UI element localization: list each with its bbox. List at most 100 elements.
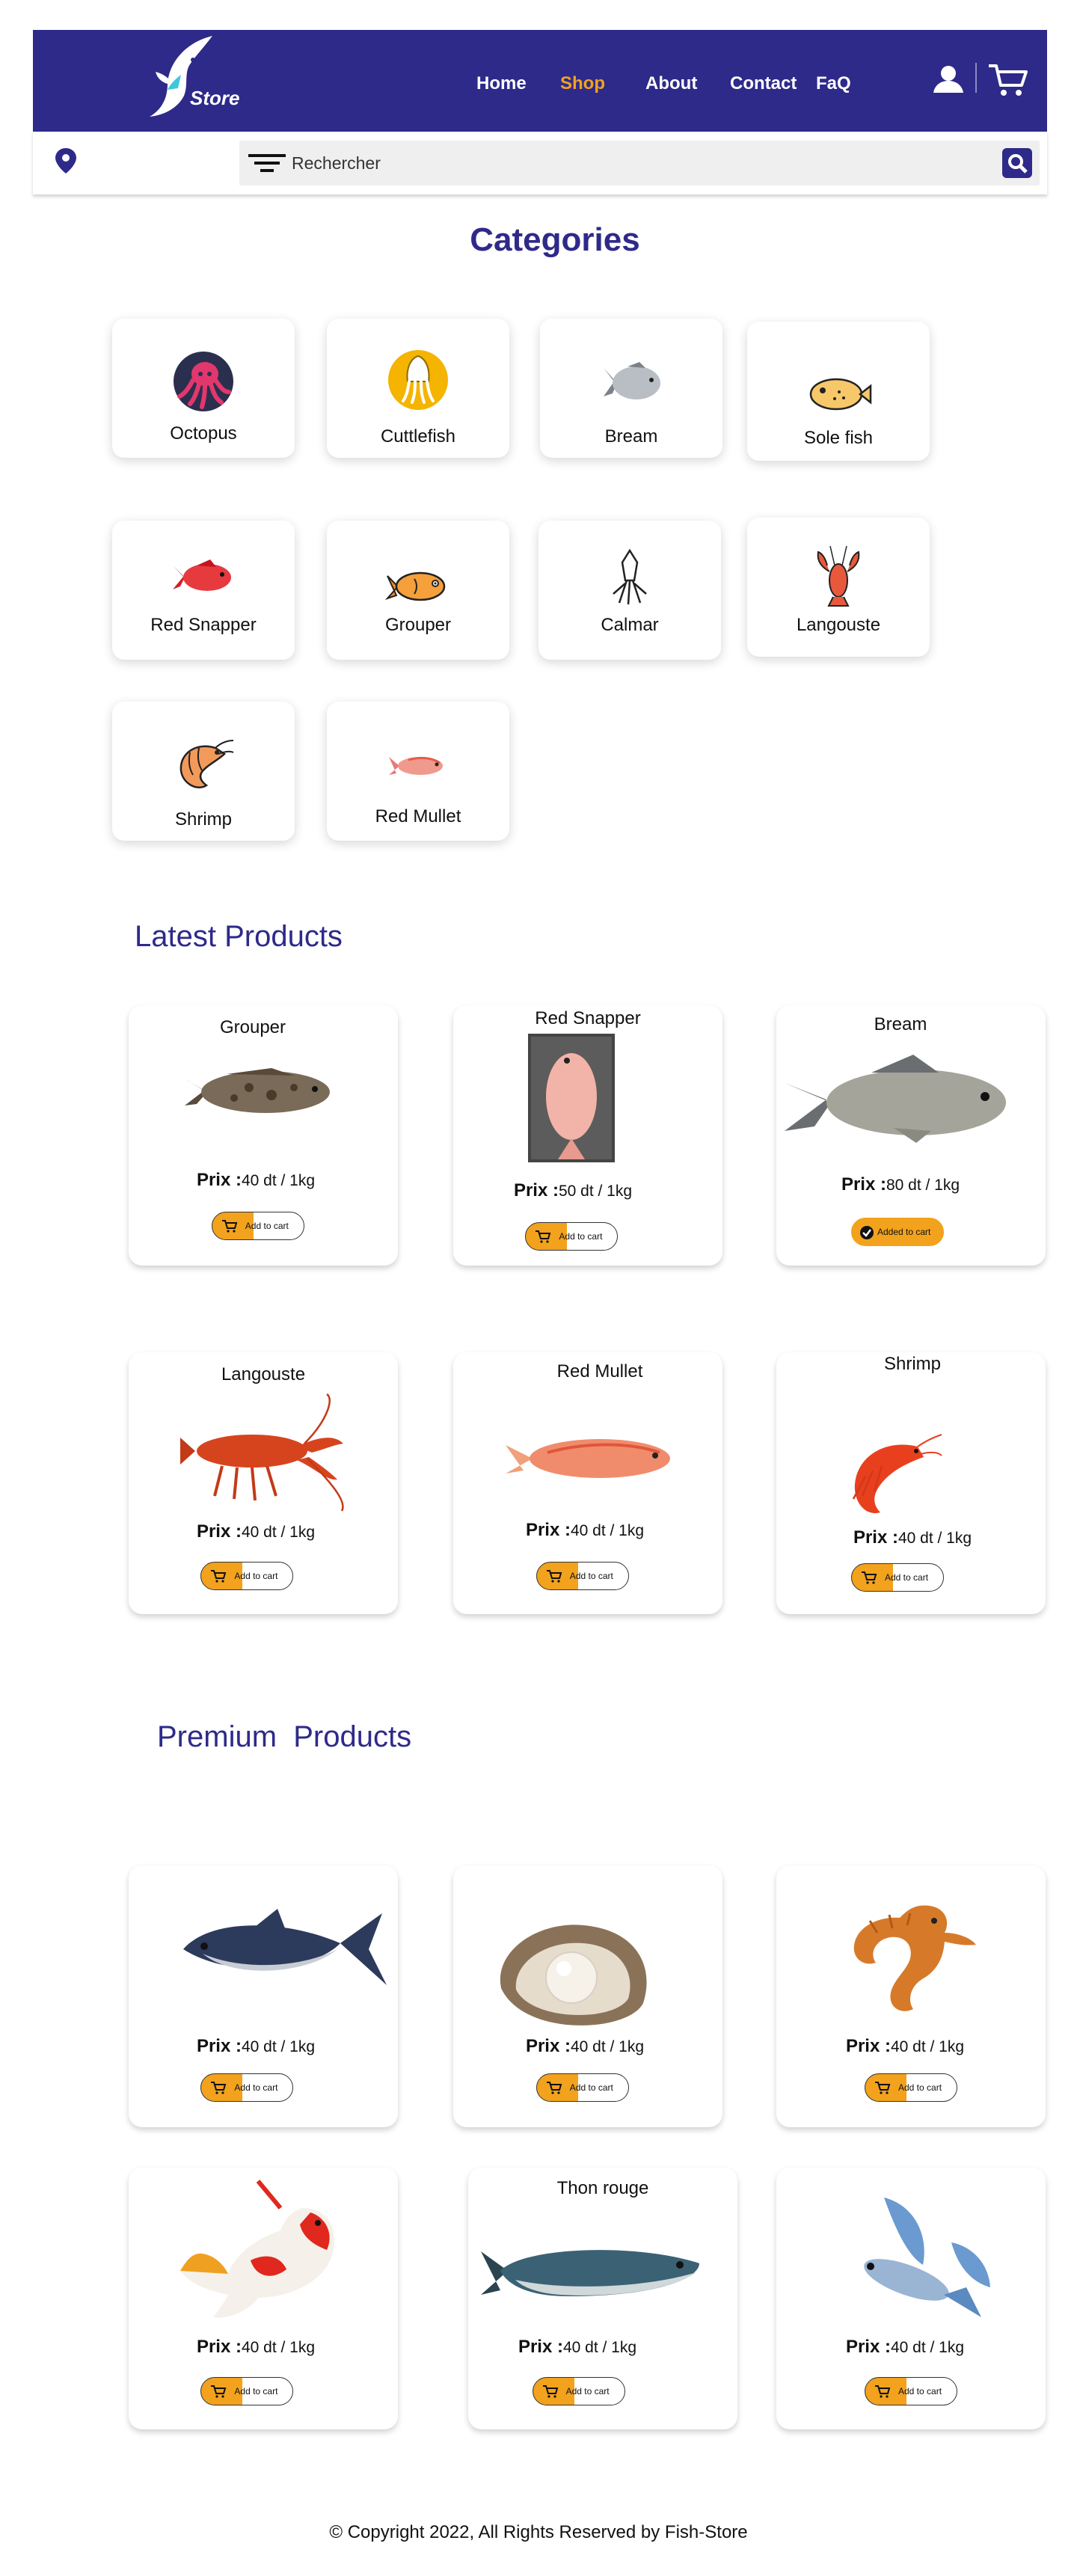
search-bar: Rechercher [33, 132, 1047, 194]
category-card-calmar[interactable]: Calmar [538, 521, 721, 660]
fish-store-logo[interactable] [115, 30, 250, 132]
header-divider [975, 63, 977, 93]
search-button[interactable] [1002, 148, 1032, 178]
add-to-cart-button[interactable]: Add to cart [525, 1222, 619, 1251]
category-label: Sole fish [803, 428, 874, 448]
product-card[interactable]: Prix :40 dt / 1kg Add to cart [129, 2168, 398, 2429]
product-card[interactable]: Prix :40 dt / 1kg Add to cart [453, 1865, 722, 2127]
product-price: Prix :40 dt / 1kg [518, 2337, 637, 2357]
category-card-grouper[interactable]: Grouper [327, 521, 509, 660]
cart-icon [875, 2082, 891, 2094]
category-label: Bream [604, 426, 658, 447]
product-price: Prix :40 dt / 1kg [853, 1527, 972, 1548]
flying-fish-image [864, 2198, 991, 2317]
cart-icon [542, 2385, 558, 2398]
user-account-icon[interactable] [932, 64, 965, 98]
cart-icon [211, 2385, 227, 2398]
product-card[interactable]: Grouper Prix :40 dt / 1kg Add to cart [129, 1005, 398, 1266]
product-price: Prix :40 dt / 1kg [525, 2036, 645, 2056]
product-price: Prix :80 dt / 1kg [841, 1174, 960, 1195]
red-snapper-icon [173, 559, 231, 591]
nav-shop[interactable]: Shop [560, 73, 605, 94]
cart-icon [875, 2385, 891, 2398]
category-label: Cuttlefish [380, 426, 456, 447]
added-to-cart-button[interactable]: Added to cart [851, 1218, 944, 1246]
add-to-cart-button[interactable]: Add to cart [200, 2073, 294, 2102]
red-mullet-image [505, 1439, 670, 1478]
product-card[interactable]: Red Mullet Prix :40 dt / 1kg Add to cart [453, 1352, 722, 1614]
filter-icon[interactable] [248, 151, 286, 179]
product-card[interactable]: Shrimp Prix :40 dt / 1kg Add to cart [776, 1352, 1046, 1614]
calmar-icon [613, 548, 647, 605]
add-to-cart-button[interactable]: Add to cart [536, 2073, 629, 2102]
category-card-langouste[interactable]: Langouste [747, 518, 930, 657]
category-card-red-snapper[interactable]: Red Snapper [112, 521, 295, 660]
cart-icon [211, 1570, 227, 1583]
category-card-cuttlefish[interactable]: Cuttlefish [327, 319, 509, 458]
location-pin-icon[interactable] [54, 147, 78, 179]
product-card[interactable]: Prix :40 dt / 1kg Add to cart [129, 1865, 398, 2127]
logo-text: Store [190, 87, 240, 109]
tuna-image [182, 1909, 387, 1985]
octopus-icon [174, 352, 233, 411]
red-mullet-icon [389, 756, 443, 775]
product-card[interactable]: Prix :40 dt / 1kg Add to cart [776, 2168, 1046, 2429]
add-to-cart-button[interactable]: Add to cart [865, 2377, 957, 2405]
fish-logo-icon [150, 36, 212, 117]
cart-icon [211, 2082, 227, 2094]
category-card-octopus[interactable]: Octopus [112, 319, 295, 458]
add-to-cart-button[interactable]: Add to cart [200, 1562, 294, 1590]
product-price: Prix :40 dt / 1kg [845, 2337, 965, 2357]
nav-faq[interactable]: FaQ [816, 73, 851, 94]
product-card[interactable]: Langouste Prix :40 dt / 1kg Add to cart [129, 1352, 398, 1614]
check-icon [860, 1226, 874, 1239]
nav-home[interactable]: Home [476, 73, 527, 94]
bream-image [785, 1055, 1006, 1143]
sole-fish-icon [809, 378, 872, 411]
product-price: Prix :50 dt / 1kg [513, 1180, 633, 1200]
nav-contact[interactable]: Contact [730, 73, 797, 94]
product-price: Prix :40 dt / 1kg [196, 1170, 316, 1190]
langouste-image [180, 1393, 344, 1512]
product-price: Prix :40 dt / 1kg [525, 1520, 645, 1540]
product-price: Prix :40 dt / 1kg [196, 1521, 316, 1542]
product-card[interactable]: Prix :40 dt / 1kg Add to cart [776, 1865, 1046, 2127]
product-card[interactable]: Thon rouge Prix :40 dt / 1kg Add to cart [468, 2168, 737, 2429]
add-to-cart-button[interactable]: Add to cart [865, 2073, 957, 2102]
add-to-cart-button[interactable]: Add to cart [536, 1562, 629, 1590]
product-card[interactable]: Red Snapper Prix :50 dt / 1kg Add to car… [453, 1005, 722, 1266]
categories-title: Categories [470, 221, 640, 258]
product-price: Prix :40 dt / 1kg [196, 2036, 316, 2056]
product-name: Shrimp [883, 1354, 942, 1374]
product-name: Thon rouge [556, 2178, 649, 2198]
cart-icon [862, 1571, 877, 1584]
category-label: Shrimp [174, 809, 233, 829]
thon-rouge-image [480, 2250, 699, 2296]
category-card-bream[interactable]: Bream [540, 319, 722, 458]
add-to-cart-button[interactable]: Add to cart [200, 2377, 294, 2405]
koi-fish-image [180, 2180, 334, 2318]
grouper-icon [384, 571, 446, 601]
nav-about[interactable]: About [645, 73, 697, 94]
cart-icon [546, 2082, 562, 2094]
product-name: Grouper [219, 1017, 286, 1037]
search-icon [1008, 154, 1028, 174]
latest-products-title: Latest Products [135, 920, 343, 953]
product-price: Prix :40 dt / 1kg [196, 2337, 316, 2357]
search-input[interactable]: Rechercher [239, 141, 1040, 185]
add-to-cart-button[interactable]: Add to cart [532, 2377, 625, 2405]
cart-icon[interactable] [987, 63, 1029, 101]
category-card-sole-fish[interactable]: Sole fish [747, 322, 930, 461]
category-label: Red Snapper [150, 615, 257, 635]
cuttlefish-icon [388, 350, 448, 410]
premium-products-title: Premium Products [157, 1720, 412, 1753]
grouper-image [184, 1068, 330, 1113]
bream-icon [604, 362, 660, 399]
category-card-shrimp[interactable]: Shrimp [112, 702, 295, 841]
category-card-red-mullet[interactable]: Red Mullet [327, 702, 509, 841]
shrimp-image [853, 1434, 942, 1514]
add-to-cart-button[interactable]: Add to cart [851, 1563, 944, 1592]
add-to-cart-button[interactable]: Add to cart [211, 1212, 304, 1240]
product-card[interactable]: Bream Prix :80 dt / 1kg Added to cart [776, 1005, 1046, 1266]
product-name: Langouste [221, 1364, 306, 1384]
